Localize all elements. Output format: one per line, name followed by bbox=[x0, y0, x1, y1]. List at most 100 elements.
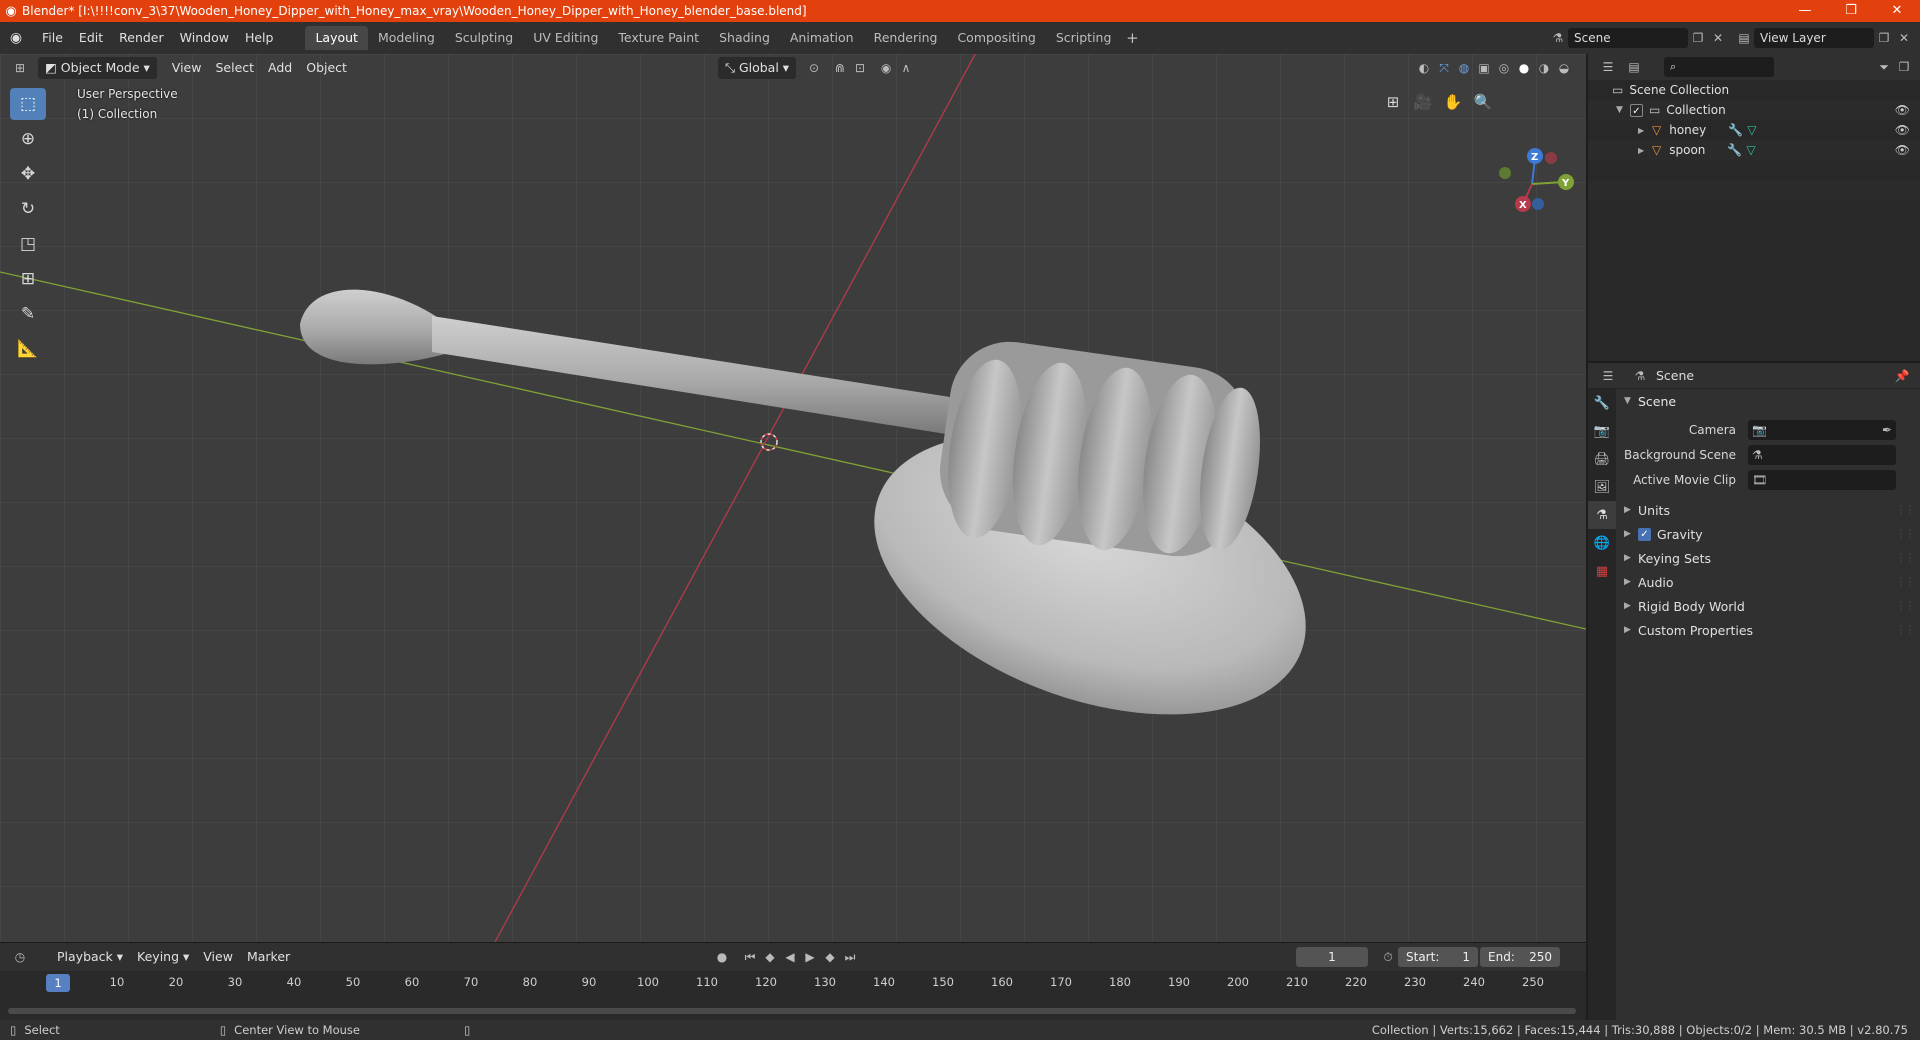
rigid-body-world-grip-icon[interactable]: ⋮⋮ bbox=[1896, 601, 1915, 612]
viewport-menu-add[interactable]: Add bbox=[261, 57, 299, 79]
tab-uv-editing[interactable]: UV Editing bbox=[523, 26, 608, 50]
delete-scene-icon[interactable]: ✕ bbox=[1708, 28, 1728, 48]
view-layer-field[interactable]: View Layer bbox=[1754, 28, 1874, 48]
spoon-visibility-icon[interactable]: 👁 bbox=[1895, 143, 1910, 157]
world-tab-icon[interactable]: 🌐 bbox=[1588, 529, 1616, 557]
menu-help[interactable]: Help bbox=[237, 27, 282, 49]
tab-modeling[interactable]: Modeling bbox=[368, 26, 445, 50]
timeline-scrollbar[interactable] bbox=[8, 1008, 1576, 1014]
menu-edit[interactable]: Edit bbox=[71, 27, 111, 49]
honey-visibility-icon[interactable]: 👁 bbox=[1895, 123, 1910, 137]
properties-editor-type-icon[interactable]: ☰ bbox=[1598, 366, 1618, 386]
menu-window[interactable]: Window bbox=[172, 27, 237, 49]
minimize-button[interactable]: — bbox=[1782, 0, 1828, 22]
outliner-search-input[interactable]: ⌕ bbox=[1664, 57, 1774, 77]
tab-scripting[interactable]: Scripting bbox=[1046, 26, 1122, 50]
view-layer-icon[interactable]: ▤ bbox=[1734, 28, 1754, 48]
camera-view-icon[interactable]: 🎥 bbox=[1409, 88, 1437, 116]
falloff-icon[interactable]: ∧ bbox=[896, 58, 916, 78]
gizmo-toggle-icon[interactable]: ⤧ bbox=[1434, 58, 1454, 78]
pivot-icon[interactable]: ⊙ bbox=[804, 58, 824, 78]
new-collection-icon[interactable]: ❐ bbox=[1894, 57, 1914, 77]
snap-target-icon[interactable]: ⊡ bbox=[850, 58, 870, 78]
keying-sets-grip-icon[interactable]: ⋮⋮ bbox=[1896, 553, 1915, 564]
scene-field[interactable]: Scene bbox=[1568, 28, 1688, 48]
mode-dropdown[interactable]: ◩ Object Mode ▾ bbox=[38, 57, 157, 79]
viewport-menu-view[interactable]: View bbox=[165, 57, 209, 79]
display-mode-icon[interactable]: ▤ bbox=[1624, 57, 1644, 77]
keying-sets-panel[interactable]: ▶ Keying Sets ⋮⋮ bbox=[1616, 546, 1920, 570]
audio-grip-icon[interactable]: ⋮⋮ bbox=[1896, 577, 1915, 588]
honey-modifier-icon[interactable]: 🔧 bbox=[1728, 123, 1743, 137]
background-scene-field[interactable]: ⚗ bbox=[1748, 444, 1896, 465]
transform-orientation-dropdown[interactable]: ⤡ Global ▾ bbox=[717, 57, 797, 79]
outliner-editor-type-icon[interactable]: ☰ bbox=[1598, 57, 1618, 77]
jump-start-icon[interactable]: ⏮ bbox=[740, 947, 760, 967]
gizmo-neg-y[interactable] bbox=[1499, 167, 1511, 179]
spoon-mesh-icon[interactable]: ▽ bbox=[1746, 143, 1755, 157]
play-reverse-icon[interactable]: ◀ bbox=[780, 947, 800, 967]
overlay-toggle-icon[interactable]: ◍ bbox=[1454, 58, 1474, 78]
stopwatch-icon[interactable]: ⏱ bbox=[1378, 947, 1398, 967]
xray-icon[interactable]: ▣ bbox=[1474, 58, 1494, 78]
delete-view-layer-icon[interactable]: ✕ bbox=[1894, 28, 1914, 48]
timeline-menu-playback[interactable]: Playback ▾ bbox=[50, 946, 130, 968]
outliner-scene-collection[interactable]: ▭ Scene Collection bbox=[1588, 80, 1920, 100]
maximize-button[interactable]: ❐ bbox=[1828, 0, 1874, 22]
pin-icon[interactable]: 📌 bbox=[1892, 366, 1912, 386]
gizmo-neg-z[interactable] bbox=[1532, 198, 1544, 210]
pan-hand-icon[interactable]: ✋ bbox=[1439, 88, 1467, 116]
current-frame-field[interactable]: 1 bbox=[1296, 947, 1368, 967]
timeline-editor-type-icon[interactable]: ◷ bbox=[10, 947, 30, 967]
menu-file[interactable]: File bbox=[34, 27, 71, 49]
collection-visibility-icon[interactable]: 👁 bbox=[1895, 103, 1910, 117]
new-scene-icon[interactable]: ❐ bbox=[1688, 28, 1708, 48]
tab-rendering[interactable]: Rendering bbox=[864, 26, 948, 50]
record-icon[interactable]: ● bbox=[712, 947, 732, 967]
gravity-panel[interactable]: ▶ ✓ Gravity ⋮⋮ bbox=[1616, 522, 1920, 546]
jump-end-icon[interactable]: ⏭ bbox=[840, 947, 860, 967]
view-layer-tab-icon[interactable]: 🖼 bbox=[1588, 473, 1616, 501]
tab-animation[interactable]: Animation bbox=[780, 26, 864, 50]
honey-mesh-icon[interactable]: ▽ bbox=[1747, 123, 1756, 137]
zoom-icon[interactable]: 🔍 bbox=[1469, 88, 1497, 116]
spoon-expand-icon[interactable]: ▶ bbox=[1638, 146, 1652, 155]
texture-tab-icon[interactable]: ▦ bbox=[1588, 557, 1616, 585]
timeline-ruler[interactable]: 1 10 20 30 40 50 60 70 80 90 100 110 120 130 140 150 16… bbox=[0, 971, 1586, 997]
editor-type-icon[interactable]: ⊞ bbox=[10, 58, 30, 78]
render-tab-icon[interactable]: 📷 bbox=[1588, 417, 1616, 445]
gizmo-neg-x[interactable] bbox=[1545, 152, 1557, 164]
wireframe-shading-icon[interactable]: ◎ bbox=[1494, 58, 1514, 78]
eyedropper-icon[interactable]: ✒ bbox=[1882, 423, 1892, 437]
filter-icon[interactable]: ⏷ bbox=[1874, 57, 1894, 77]
timeline-menu-marker[interactable]: Marker bbox=[240, 946, 297, 968]
current-frame-marker[interactable]: 1 bbox=[46, 974, 70, 992]
start-frame-field[interactable]: Start: 1 bbox=[1398, 947, 1478, 967]
select-box-tool-icon[interactable]: ⬚ bbox=[10, 88, 46, 120]
custom-properties-panel[interactable]: ▶ Custom Properties ⋮⋮ bbox=[1616, 618, 1920, 642]
active-movie-clip-field[interactable]: 🎞 bbox=[1748, 469, 1896, 490]
toggle-grid-icon[interactable]: ⊞ bbox=[1379, 88, 1407, 116]
honey-expand-icon[interactable]: ▶ bbox=[1638, 126, 1652, 135]
scene-tab-icon[interactable]: ⚗ bbox=[1588, 501, 1616, 529]
outliner-object-honey[interactable]: ▶ ▽ honey 🔧 ▽ 👁 bbox=[1588, 120, 1920, 140]
add-workspace-icon[interactable]: + bbox=[1121, 29, 1143, 47]
annotate-tool-icon[interactable]: ✎ bbox=[10, 298, 46, 330]
camera-field[interactable]: 📷 ✒ bbox=[1748, 419, 1896, 440]
tab-layout[interactable]: Layout bbox=[305, 26, 368, 50]
units-grip-icon[interactable]: ⋮⋮ bbox=[1896, 505, 1915, 516]
output-tab-icon[interactable]: 🖨 bbox=[1588, 445, 1616, 473]
timeline-menu-view[interactable]: View bbox=[196, 946, 240, 968]
gravity-grip-icon[interactable]: ⋮⋮ bbox=[1896, 529, 1915, 540]
viewport-menu-select[interactable]: Select bbox=[208, 57, 261, 79]
move-tool-icon[interactable]: ✥ bbox=[10, 158, 46, 190]
rigid-body-world-panel[interactable]: ▶ Rigid Body World ⋮⋮ bbox=[1616, 594, 1920, 618]
prev-keyframe-icon[interactable]: ◆ bbox=[760, 947, 780, 967]
spoon-modifier-icon[interactable]: 🔧 bbox=[1727, 143, 1742, 157]
collection-checkbox[interactable]: ✓ bbox=[1630, 103, 1643, 117]
rendered-shading-icon[interactable]: ◒ bbox=[1554, 58, 1574, 78]
measure-tool-icon[interactable]: 📐 bbox=[10, 333, 46, 365]
close-button[interactable]: ✕ bbox=[1874, 0, 1920, 22]
outliner-object-spoon[interactable]: ▶ ▽ spoon 🔧 ▽ 👁 bbox=[1588, 140, 1920, 160]
outliner-collection[interactable]: ▼ ✓ ▭ Collection 👁 bbox=[1588, 100, 1920, 120]
